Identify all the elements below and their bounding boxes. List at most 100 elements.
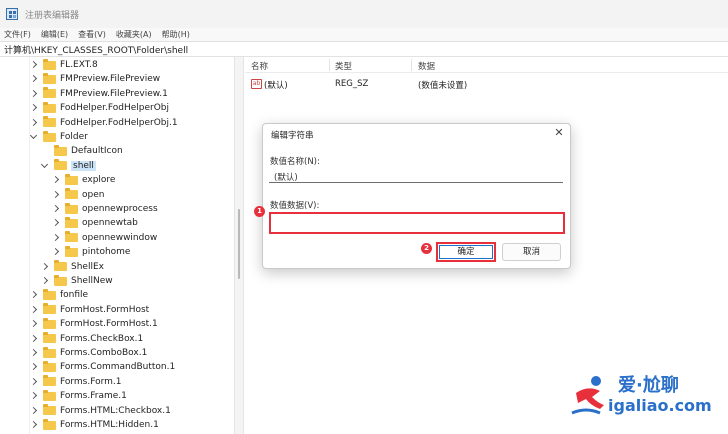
address-bar[interactable]: 计算机\HKEY_CLASSES_ROOT\Folder\shell [0,41,728,57]
chevron-right-icon[interactable] [30,363,38,371]
chevron-right-icon[interactable] [30,291,38,299]
value-data-input[interactable] [269,212,565,234]
chevron-right-icon[interactable] [30,349,38,357]
tree-item[interactable]: FodHelper.FodHelperObj [30,101,169,115]
string-value-icon: ab [251,79,262,89]
folder-icon [43,404,56,416]
watermark-brand: 爱·尬聊 [618,375,679,396]
tree-item-label: FodHelper.FodHelperObj.1 [60,117,178,128]
column-divider[interactable] [411,59,412,71]
tree-item[interactable]: Forms.HTML:Checkbox.1 [30,404,171,418]
chevron-right-icon[interactable] [30,119,38,127]
folder-icon [43,87,56,99]
chevron-down-icon[interactable] [30,133,38,141]
tree-item[interactable]: opennewwindow [52,231,157,245]
cancel-button[interactable]: 取消 [502,243,561,261]
tree-item[interactable]: shell [41,159,96,173]
chevron-right-icon[interactable] [30,392,38,400]
menu-favorites[interactable]: 收藏夹(A) [116,29,152,40]
menu-edit[interactable]: 编辑(E) [41,29,68,40]
column-type[interactable]: 类型 [335,60,352,72]
tree-item-label: FMPreview.FilePreview.1 [60,88,168,99]
registry-editor-icon [6,8,18,20]
tree-item[interactable]: ShellNew [41,274,113,288]
dialog-title: 编辑字符串 [271,131,314,141]
tree-item-label: FormHost.FormHost [60,304,150,315]
step-callout-2: 2 [421,243,432,254]
folder-icon [54,274,67,286]
chevron-right-icon[interactable] [30,421,38,429]
chevron-right-icon[interactable] [30,378,38,386]
ok-button[interactable]: 确定 [436,242,496,262]
chevron-right-icon[interactable] [41,277,49,285]
value-row[interactable]: ab (默认) REG_SZ (数值未设置) [245,77,728,91]
menu-help[interactable]: 帮助(H) [162,29,190,40]
tree-item[interactable]: FormHost.FormHost.1 [30,317,158,331]
tree-item-label: opennewprocess [82,204,158,214]
tree-item[interactable]: Forms.ComboBox.1 [30,346,147,360]
tree-item[interactable]: opennewprocess [52,202,158,216]
chevron-right-icon[interactable] [52,234,60,242]
folder-icon [43,317,56,329]
tree-item[interactable]: FMPreview.FilePreview [30,72,160,86]
column-data[interactable]: 数据 [418,60,435,72]
tree-item[interactable]: Forms.HTML:Hidden.1 [30,418,159,432]
chevron-right-icon[interactable] [52,248,60,256]
tree-item-label: Forms.HTML:Hidden.1 [60,420,159,430]
tree-item[interactable]: FL.EXT.8 [30,58,98,72]
folder-icon [65,202,78,214]
tree-item[interactable]: fonfile [30,288,88,302]
folder-icon [65,188,78,200]
menu-view[interactable]: 查看(V) [78,29,106,40]
folder-icon [65,231,78,243]
tree-item[interactable]: explore [52,173,115,187]
folder-icon [43,332,56,344]
tree-item-label: FodHelper.FodHelperObj [60,103,169,114]
tree-item-label: FormHost.FormHost.1 [60,319,158,330]
tree-item[interactable]: DefaultIcon [41,144,123,158]
splitter-grip[interactable] [238,209,240,279]
pane-splitter[interactable] [234,57,244,434]
chevron-right-icon[interactable] [41,263,49,271]
chevron-right-icon[interactable] [30,335,38,343]
value-data-label: 数值数据(V): [270,201,320,211]
tree-item[interactable]: Forms.CommandButton.1 [30,360,175,374]
tree-item[interactable]: open [52,188,104,202]
tree-item[interactable]: FormHost.FormHost [30,303,149,317]
tree-item[interactable]: FodHelper.FodHelperObj.1 [30,116,178,130]
key-tree[interactable]: FL.EXT.8 FMPreview.FilePreview FMPreview.F… [0,57,234,434]
chevron-right-icon[interactable] [52,219,60,227]
folder-icon [54,159,67,171]
tree-item[interactable]: Folder [30,130,88,144]
chevron-down-icon[interactable] [41,162,49,170]
tree-item[interactable]: FMPreview.FilePreview.1 [30,87,168,101]
tree-item[interactable]: Forms.CheckBox.1 [30,332,143,346]
value-name-label: 数值名称(N): [270,157,320,167]
column-divider[interactable] [329,59,330,71]
chevron-right-icon[interactable] [52,191,60,199]
tree-item[interactable]: pintohome [52,245,130,259]
tree-item[interactable]: ShellEx [41,260,104,274]
chevron-right-icon[interactable] [30,90,38,98]
tree-item-label: opennewwindow [82,232,158,243]
chevron-right-icon[interactable] [30,104,38,112]
folder-icon [43,101,56,113]
tree-item[interactable]: Forms.Frame.1 [30,389,127,403]
tree-item[interactable]: Forms.Form.1 [30,375,121,389]
chevron-right-icon[interactable] [52,176,60,184]
tree-item[interactable]: opennewtab [52,216,138,230]
tree-item-label: Forms.HTML:Checkbox.1 [60,405,171,416]
folder-icon [65,245,78,257]
chevron-right-icon[interactable] [30,75,38,83]
column-name[interactable]: 名称 [251,60,268,72]
chevron-right-icon[interactable] [30,306,38,314]
chevron-right-icon[interactable] [30,407,38,415]
close-icon[interactable]: ✕ [550,125,568,141]
folder-icon [43,360,56,372]
chevron-right-icon[interactable] [52,205,60,213]
tree-item-label: Forms.CommandButton.1 [60,362,176,373]
chevron-right-icon[interactable] [30,61,38,69]
chevron-right-icon[interactable] [30,320,38,328]
tree-item-label: Forms.Frame.1 [60,391,127,402]
menu-file[interactable]: 文件(F) [4,29,31,40]
